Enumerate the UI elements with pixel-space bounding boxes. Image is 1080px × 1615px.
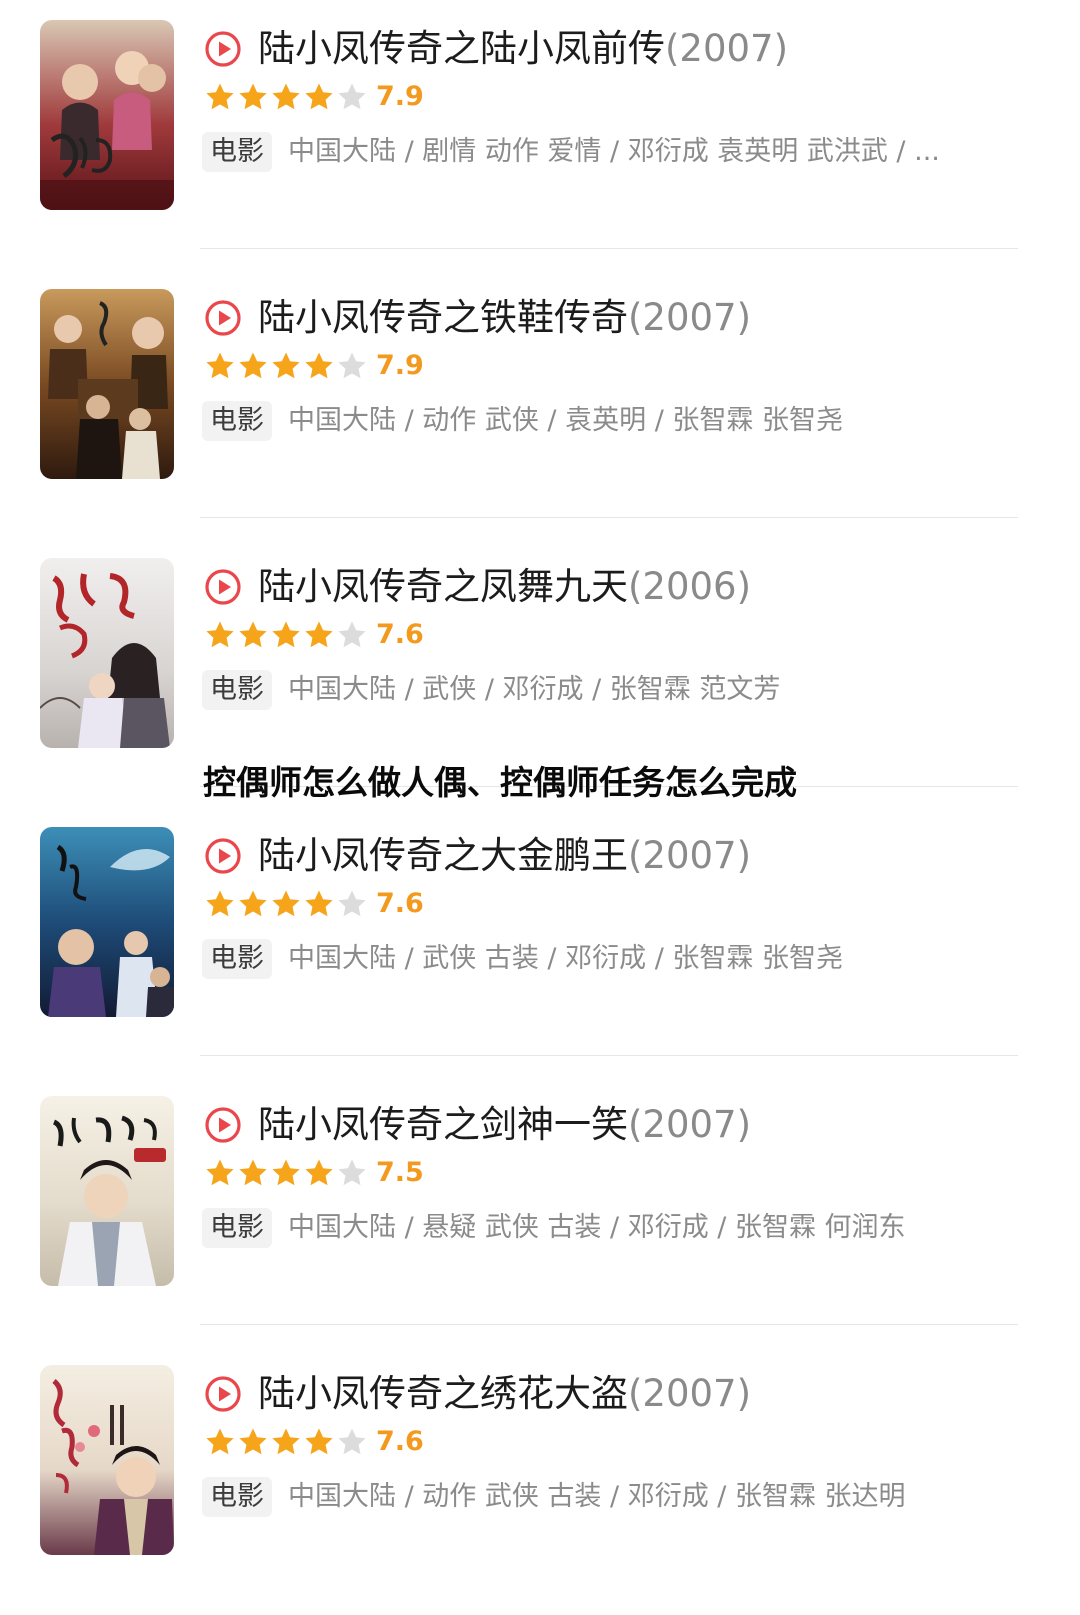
movie-title[interactable]: 陆小凤传奇之陆小凤前传(2007) [258, 24, 788, 74]
movie-year: (2007) [665, 27, 789, 70]
star-filled-icon [272, 1428, 300, 1455]
star-empty-icon [338, 83, 366, 110]
star-rating [204, 1156, 369, 1190]
movie-title[interactable]: 陆小凤传奇之大金鹏王(2007) [258, 831, 751, 881]
star-filled-icon [239, 352, 267, 379]
divider [200, 1055, 1018, 1056]
movie-poster[interactable] [40, 1096, 174, 1286]
overlay-heading: 控偶师怎么做人偶、控偶师任务怎么完成 [203, 763, 797, 802]
star-filled-icon [206, 352, 234, 379]
movie-meta: 中国大陆 / 悬疑 武侠 古装 / 邓衍成 / 张智霖 何润东 [288, 1212, 906, 1243]
star-filled-icon [239, 890, 267, 917]
star-filled-icon [305, 1428, 333, 1455]
movie-list-item[interactable]: 陆小凤传奇之绣花大盗(2007) 7.6 电影 中国大陆 / 动作 武侠 古装 … [0, 1345, 1080, 1615]
star-filled-icon [206, 621, 234, 648]
movie-year: (2006) [628, 565, 752, 608]
movie-title[interactable]: 陆小凤传奇之绣花大盗(2007) [258, 1369, 751, 1419]
rating-score: 7.9 [376, 81, 424, 112]
type-badge: 电影 [202, 132, 272, 172]
movie-title[interactable]: 陆小凤传奇之铁鞋传奇(2007) [258, 293, 751, 343]
star-filled-icon [305, 890, 333, 917]
movie-year: (2007) [628, 834, 752, 877]
movie-title[interactable]: 陆小凤传奇之剑神一笑(2007) [258, 1100, 751, 1150]
play-circle-icon[interactable] [204, 1106, 242, 1144]
play-circle-icon[interactable] [204, 837, 242, 875]
movie-list-item[interactable]: 陆小凤传奇之铁鞋传奇(2007) 7.9 电影 中国大陆 / 动作 武侠 / 袁… [0, 269, 1080, 539]
star-filled-icon [206, 83, 234, 110]
star-filled-icon [305, 352, 333, 379]
star-rating [204, 618, 369, 652]
movie-title[interactable]: 陆小凤传奇之凤舞九天(2006) [258, 562, 751, 612]
divider [200, 517, 1018, 518]
star-rating [204, 80, 369, 114]
star-empty-icon [338, 621, 366, 648]
star-filled-icon [239, 83, 267, 110]
star-rating [204, 1425, 369, 1459]
star-filled-icon [239, 1159, 267, 1186]
rating-score: 7.9 [376, 350, 424, 381]
star-filled-icon [305, 1159, 333, 1186]
star-filled-icon [206, 1428, 234, 1455]
movie-year: (2007) [628, 1372, 752, 1415]
star-empty-icon [338, 1428, 366, 1455]
star-filled-icon [239, 621, 267, 648]
star-empty-icon [338, 352, 366, 379]
type-badge: 电影 [202, 939, 272, 979]
movie-list-item[interactable]: 陆小凤传奇之剑神一笑(2007) 7.5 电影 中国大陆 / 悬疑 武侠 古装 … [0, 1076, 1080, 1346]
star-rating [204, 349, 369, 383]
divider [200, 1324, 1018, 1325]
star-filled-icon [305, 83, 333, 110]
star-filled-icon [272, 352, 300, 379]
movie-poster[interactable] [40, 558, 174, 748]
type-badge: 电影 [202, 1208, 272, 1248]
movie-poster[interactable] [40, 20, 174, 210]
movie-meta: 中国大陆 / 动作 武侠 古装 / 邓衍成 / 张智霖 张达明 [288, 1481, 906, 1512]
star-filled-icon [206, 1159, 234, 1186]
rating-score: 7.6 [376, 1426, 424, 1457]
movie-list-item[interactable]: 陆小凤传奇之陆小凤前传(2007) 7.9 电影 中国大陆 / 剧情 动作 爱情… [0, 0, 1080, 270]
type-badge: 电影 [202, 1477, 272, 1517]
star-filled-icon [272, 890, 300, 917]
star-filled-icon [305, 621, 333, 648]
type-badge: 电影 [202, 670, 272, 710]
type-badge: 电影 [202, 401, 272, 441]
movie-list-item[interactable]: 陆小凤传奇之大金鹏王(2007) 7.6 电影 中国大陆 / 武侠 古装 / 邓… [0, 807, 1080, 1077]
star-filled-icon [272, 83, 300, 110]
play-circle-icon[interactable] [204, 1375, 242, 1413]
star-empty-icon [338, 1159, 366, 1186]
star-filled-icon [272, 621, 300, 648]
movie-meta: 中国大陆 / 剧情 动作 爱情 / 邓衍成 袁英明 武洪武 / ... [288, 136, 940, 167]
rating-score: 7.6 [376, 619, 424, 650]
movie-meta: 中国大陆 / 武侠 / 邓衍成 / 张智霖 范文芳 [288, 674, 781, 705]
movie-poster[interactable] [40, 289, 174, 479]
rating-score: 7.6 [376, 888, 424, 919]
star-filled-icon [239, 1428, 267, 1455]
movie-poster[interactable] [40, 827, 174, 1017]
star-filled-icon [206, 890, 234, 917]
movie-year: (2007) [628, 296, 752, 339]
movie-meta: 中国大陆 / 动作 武侠 / 袁英明 / 张智霖 张智尧 [288, 405, 843, 436]
star-rating [204, 887, 369, 921]
play-circle-icon[interactable] [204, 568, 242, 606]
play-circle-icon[interactable] [204, 299, 242, 337]
star-filled-icon [272, 1159, 300, 1186]
star-empty-icon [338, 890, 366, 917]
movie-poster[interactable] [40, 1365, 174, 1555]
movie-year: (2007) [628, 1103, 752, 1146]
movie-meta: 中国大陆 / 武侠 古装 / 邓衍成 / 张智霖 张智尧 [288, 943, 843, 974]
divider [200, 248, 1018, 249]
rating-score: 7.5 [376, 1157, 424, 1188]
play-circle-icon[interactable] [204, 30, 242, 68]
